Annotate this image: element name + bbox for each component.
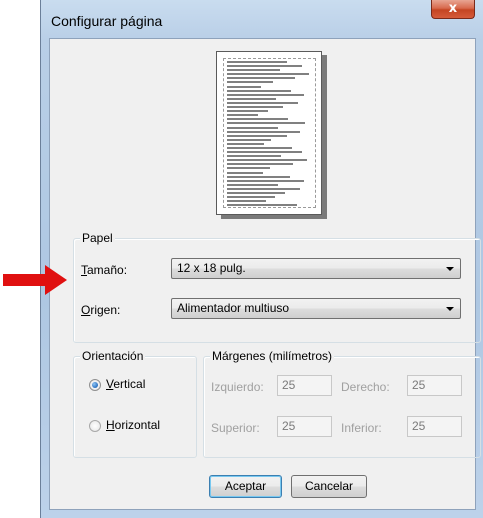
preview-text-line — [227, 61, 287, 63]
preview-text-line — [227, 89, 291, 92]
page-preview — [216, 51, 322, 215]
top-margin-label: Superior: — [211, 421, 260, 435]
ok-button[interactable]: Aceptar — [209, 475, 282, 498]
top-margin-value: 25 — [282, 419, 296, 433]
preview-text-line — [227, 204, 297, 207]
left-margin-value: 25 — [282, 378, 296, 392]
dialog-title: Configurar página — [51, 13, 163, 29]
landscape-label[interactable]: Horizontal — [106, 418, 160, 432]
margins-group: Márgenes (milímetros) — [203, 349, 481, 458]
preview-text-line — [227, 183, 278, 186]
size-label: Tamaño: — [81, 263, 128, 277]
preview-text-line — [227, 134, 287, 137]
preview-text-line — [227, 114, 258, 117]
chevron-down-icon — [446, 267, 454, 271]
preview-text-line — [227, 93, 304, 96]
preview-text-line — [227, 73, 309, 76]
preview-text-line — [227, 106, 284, 109]
source-value: Alimentador multiuso — [177, 301, 290, 315]
portrait-radio[interactable] — [89, 379, 101, 391]
preview-text-line — [227, 192, 285, 194]
portrait-label[interactable]: Vertical — [106, 377, 145, 391]
right-margin-label: Derecho: — [341, 380, 390, 394]
preview-text-line — [227, 65, 302, 68]
paper-group: Papel — [73, 231, 481, 343]
preview-text-line — [227, 146, 292, 149]
landscape-radio[interactable] — [89, 420, 101, 432]
red-arrow-icon — [3, 265, 67, 295]
bottom-margin-label: Inferior: — [341, 421, 382, 435]
size-value: 12 x 18 pulg. — [177, 261, 246, 275]
preview-text-line — [227, 77, 295, 80]
top-margin-input[interactable]: 25 — [277, 416, 332, 437]
cancel-button[interactable]: Cancelar — [291, 475, 367, 498]
ok-button-label: Aceptar — [224, 479, 267, 493]
page-setup-dialog: Configurar página x Papel Tamaño: 12 x 1… — [40, 0, 483, 518]
preview-text-line — [227, 122, 306, 125]
bottom-margin-input[interactable]: 25 — [407, 416, 462, 437]
preview-text-line — [227, 179, 304, 182]
preview-text-line — [227, 142, 265, 145]
source-label: Origen: — [81, 303, 121, 317]
preview-text-line — [227, 171, 263, 174]
preview-text-line — [227, 151, 302, 154]
margins-group-label: Márgenes (milímetros) — [210, 349, 335, 363]
preview-text-line — [227, 167, 270, 170]
bottom-margin-value: 25 — [412, 419, 426, 433]
preview-text-line — [227, 69, 280, 72]
preview-text-line — [227, 130, 301, 133]
left-margin-input[interactable]: 25 — [277, 375, 332, 396]
preview-text-line — [227, 175, 290, 178]
preview-text-line — [227, 155, 282, 158]
preview-text-line — [227, 159, 307, 162]
preview-text-line — [227, 101, 299, 104]
preview-text-line — [227, 97, 277, 100]
source-dropdown[interactable]: Alimentador multiuso — [171, 298, 461, 319]
preview-text-line — [227, 200, 267, 203]
preview-margin-box — [223, 58, 316, 208]
dialog-client-area: Papel Tamaño: 12 x 18 pulg. Origen: Alim… — [49, 38, 481, 510]
preview-text-line — [227, 110, 268, 113]
preview-text-line — [227, 81, 273, 84]
right-margin-input[interactable]: 25 — [407, 375, 462, 396]
paper-group-label: Papel — [80, 231, 115, 245]
size-dropdown[interactable]: 12 x 18 pulg. — [171, 258, 461, 279]
preview-text-line — [227, 126, 278, 129]
left-margin-label: Izquierdo: — [211, 380, 264, 394]
preview-text-line — [227, 85, 261, 88]
preview-text-line — [227, 163, 294, 166]
orientation-group-label: Orientación — [80, 349, 146, 363]
close-icon: x — [448, 1, 458, 16]
close-button[interactable]: x — [431, 0, 475, 19]
preview-text-line — [227, 138, 272, 141]
chevron-down-icon — [446, 307, 454, 311]
orientation-group: Orientación — [73, 349, 197, 458]
preview-text-line — [227, 118, 289, 121]
right-margin-value: 25 — [412, 378, 426, 392]
preview-text-line — [227, 196, 275, 199]
preview-text-line — [227, 187, 301, 190]
cancel-button-label: Cancelar — [304, 479, 354, 493]
